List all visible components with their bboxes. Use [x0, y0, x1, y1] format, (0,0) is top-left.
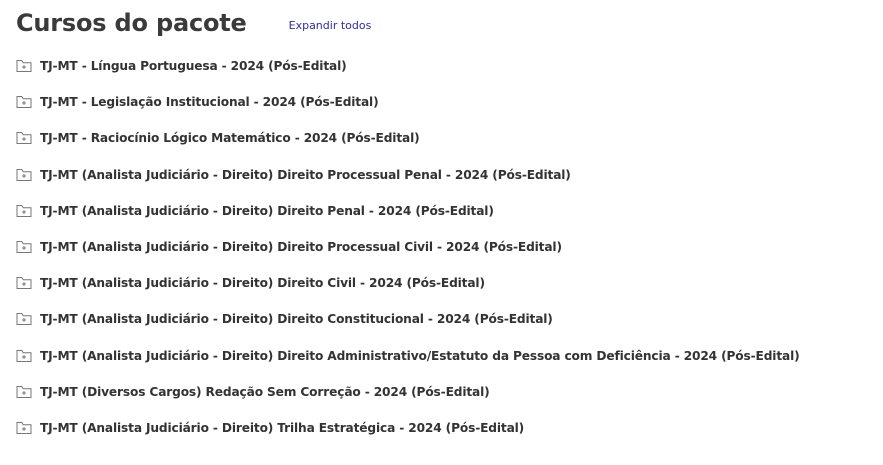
- course-label: TJ-MT (Analista Judiciário - Direito) Tr…: [40, 420, 525, 435]
- folder-plus-icon: [16, 277, 32, 290]
- course-label: TJ-MT - Raciocínio Lógico Matemático - 2…: [40, 131, 420, 146]
- page-title: Cursos do pacote: [16, 9, 247, 37]
- course-label: TJ-MT (Analista Judiciário - Direito) Di…: [40, 167, 571, 182]
- course-label: TJ-MT (Analista Judiciário - Direito) Di…: [40, 348, 800, 363]
- folder-plus-icon: [16, 60, 32, 73]
- course-label: TJ-MT (Analista Judiciário - Direito) Di…: [40, 203, 494, 218]
- folder-plus-icon: [16, 349, 32, 362]
- folder-plus-icon: [16, 421, 32, 434]
- folder-plus-icon: [16, 168, 32, 181]
- course-item[interactable]: TJ-MT (Analista Judiciário - Direito) Di…: [16, 229, 800, 265]
- course-item[interactable]: TJ-MT (Analista Judiciário - Direito) Di…: [16, 338, 800, 374]
- course-item[interactable]: TJ-MT (Analista Judiciário - Direito) Di…: [16, 301, 800, 337]
- folder-plus-icon: [16, 313, 32, 326]
- course-item[interactable]: TJ-MT - Legislação Institucional - 2024 …: [16, 84, 800, 120]
- course-label: TJ-MT - Língua Portuguesa - 2024 (Pós-Ed…: [40, 59, 347, 74]
- course-label: TJ-MT (Analista Judiciário - Direito) Di…: [40, 276, 485, 291]
- course-label: TJ-MT (Diversos Cargos) Redação Sem Corr…: [40, 384, 490, 399]
- course-label: TJ-MT (Analista Judiciário - Direito) Di…: [40, 240, 562, 255]
- course-item[interactable]: TJ-MT (Diversos Cargos) Redação Sem Corr…: [16, 374, 800, 410]
- folder-plus-icon: [16, 385, 32, 398]
- folder-plus-icon: [16, 241, 32, 254]
- course-item[interactable]: TJ-MT (Analista Judiciário - Direito) Di…: [16, 157, 800, 193]
- expand-all-link[interactable]: Expandir todos: [289, 19, 372, 32]
- course-list: TJ-MT - Língua Portuguesa - 2024 (Pós-Ed…: [16, 48, 800, 446]
- course-label: TJ-MT (Analista Judiciário - Direito) Di…: [40, 312, 553, 327]
- folder-plus-icon: [16, 204, 32, 217]
- section-header: Cursos do pacote Expandir todos: [16, 9, 371, 37]
- course-item[interactable]: TJ-MT - Língua Portuguesa - 2024 (Pós-Ed…: [16, 48, 800, 84]
- course-item[interactable]: TJ-MT (Analista Judiciário - Direito) Di…: [16, 193, 800, 229]
- course-label: TJ-MT - Legislação Institucional - 2024 …: [40, 95, 379, 110]
- course-item[interactable]: TJ-MT (Analista Judiciário - Direito) Tr…: [16, 410, 800, 446]
- folder-plus-icon: [16, 132, 32, 145]
- course-item[interactable]: TJ-MT (Analista Judiciário - Direito) Di…: [16, 265, 800, 301]
- folder-plus-icon: [16, 96, 32, 109]
- course-item[interactable]: TJ-MT - Raciocínio Lógico Matemático - 2…: [16, 120, 800, 156]
